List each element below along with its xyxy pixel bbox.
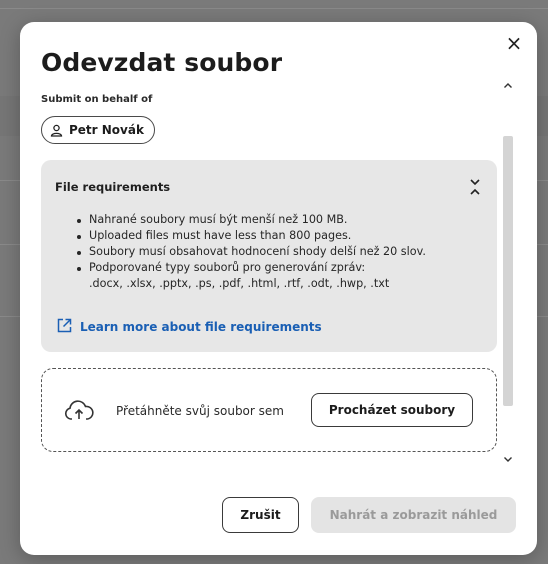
- close-icon: ×: [505, 31, 523, 55]
- user-name: Petr Novák: [69, 123, 144, 137]
- cloud-upload-icon: [64, 399, 94, 425]
- file-dropzone[interactable]: Přetáhněte svůj soubor sem Procházet sou…: [41, 368, 497, 452]
- scrollbar[interactable]: [501, 78, 515, 466]
- cancel-button[interactable]: Zrušit: [222, 497, 299, 533]
- dialog-title: Odevzdat soubor: [41, 48, 283, 77]
- scroll-up-button[interactable]: [501, 78, 515, 92]
- supported-types-label: Podporované typy souborů pro generování …: [89, 261, 366, 274]
- submit-file-dialog: × Odevzdat soubor Submit on behalf of Pe…: [20, 22, 537, 555]
- requirements-title: File requirements: [55, 180, 171, 194]
- learn-more-label: Learn more about file requirements: [80, 320, 322, 334]
- browse-files-button[interactable]: Procházet soubory: [311, 393, 473, 427]
- list-item: Soubory musí obsahovat hodnocení shody d…: [75, 244, 426, 260]
- list-item: Podporované typy souborů pro generování …: [75, 260, 426, 292]
- user-chip[interactable]: Petr Novák: [41, 116, 155, 144]
- chevron-down-icon: [504, 456, 512, 462]
- chevron-up-icon: [504, 82, 512, 88]
- upload-preview-button[interactable]: Nahrát a zobrazit náhled: [311, 497, 516, 533]
- scrollbar-thumb[interactable]: [503, 136, 513, 406]
- close-button[interactable]: ×: [501, 30, 527, 56]
- behalf-label: Submit on behalf of: [41, 94, 153, 105]
- dropzone-text: Přetáhněte svůj soubor sem: [116, 404, 284, 418]
- user-icon: [50, 124, 63, 137]
- learn-more-link[interactable]: Learn more about file requirements: [57, 318, 322, 336]
- scroll-down-button[interactable]: [501, 452, 515, 466]
- list-item: Nahrané soubory musí být menší než 100 M…: [75, 212, 426, 228]
- requirements-list: Nahrané soubory musí být menší než 100 M…: [75, 212, 426, 292]
- list-item: Uploaded files must have less than 800 p…: [75, 228, 426, 244]
- external-link-icon: [57, 318, 72, 336]
- collapse-icon[interactable]: [467, 177, 483, 197]
- file-requirements-panel: File requirements Nahrané soubory musí b…: [41, 160, 497, 352]
- supported-file-types: .docx, .xlsx, .pptx, .ps, .pdf, .html, .…: [89, 277, 390, 290]
- dialog-scroll-area[interactable]: Submit on behalf of Petr Novák File requ…: [20, 90, 537, 488]
